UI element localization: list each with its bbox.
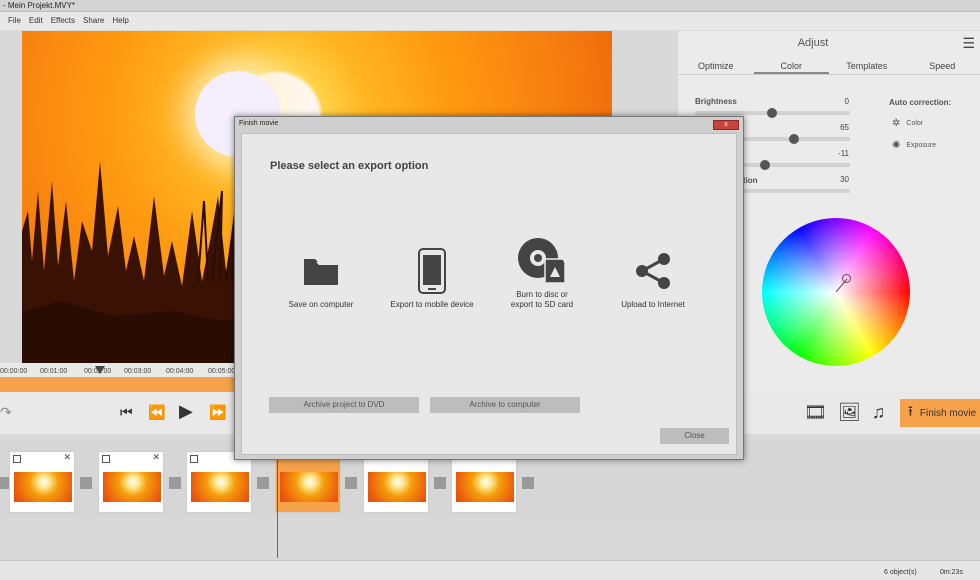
clip-thumbnail[interactable] bbox=[186, 451, 252, 513]
clip-checkbox[interactable] bbox=[102, 455, 110, 463]
slider-label-brightness: Brightness bbox=[695, 97, 737, 106]
media-add-toolbar: 🎞 🖼 ♫ bbox=[804, 402, 885, 423]
menu-effects[interactable]: Effects bbox=[47, 12, 79, 30]
tab-color[interactable]: Color bbox=[753, 61, 829, 74]
slider-value-3: -11 bbox=[838, 149, 849, 158]
skip-to-start-icon[interactable]: ⏮ bbox=[120, 404, 133, 421]
tab-templates[interactable]: Templates bbox=[829, 61, 905, 74]
playhead[interactable] bbox=[95, 366, 105, 374]
clip-image bbox=[103, 472, 161, 502]
auto-color-button[interactable]: ✲ Color bbox=[892, 118, 923, 129]
menu-bar: File Edit Effects Share Help bbox=[0, 12, 980, 30]
finish-movie-label: Finish movie bbox=[919, 407, 977, 419]
tick-label: 00:03:00 bbox=[124, 368, 152, 375]
add-music-icon[interactable]: ♫ bbox=[872, 402, 886, 423]
close-icon: x bbox=[724, 121, 728, 128]
transition-slot[interactable] bbox=[80, 477, 92, 489]
finish-movie-dialog: Finish movie x Please select an export o… bbox=[234, 116, 744, 460]
color-wheel[interactable] bbox=[762, 218, 910, 366]
play-icon[interactable]: ▶ bbox=[179, 401, 193, 422]
object-count: 6 object(s) bbox=[884, 569, 917, 576]
window-title: - Mein Projekt.MVY* bbox=[0, 0, 980, 12]
tick-label: 00:05:00 bbox=[208, 368, 236, 375]
smartphone-icon bbox=[418, 246, 446, 296]
clip-thumbnail[interactable]: ✕ bbox=[98, 451, 164, 513]
transition-slot[interactable] bbox=[169, 477, 181, 489]
menu-share[interactable]: Share bbox=[79, 12, 108, 30]
storyboard-cursor bbox=[277, 450, 278, 558]
disc-sd-icon bbox=[517, 236, 567, 286]
adjust-title: Adjust bbox=[797, 37, 829, 49]
upload-internet-option[interactable]: Upload to Internet bbox=[593, 246, 713, 310]
dialog-close-button[interactable]: x bbox=[713, 120, 739, 130]
transition-slot[interactable] bbox=[257, 477, 269, 489]
clip-checkbox[interactable] bbox=[190, 455, 198, 463]
tab-speed[interactable]: Speed bbox=[905, 61, 980, 74]
tab-optimize[interactable]: Optimize bbox=[678, 61, 754, 74]
auto-exposure-button[interactable]: ✺ Exposure bbox=[892, 140, 936, 151]
slider-value-brightness: 0 bbox=[844, 97, 849, 106]
dialog-title: Finish movie bbox=[239, 120, 279, 127]
burn-disc-option[interactable]: Burn to disc or export to SD card bbox=[482, 236, 602, 310]
clip-thumbnail[interactable] bbox=[451, 451, 517, 513]
auto-color-label: Color bbox=[906, 120, 924, 127]
brightness-slider-knob[interactable] bbox=[767, 108, 777, 118]
color-wheel-line bbox=[835, 278, 848, 293]
save-on-computer-option[interactable]: Save on computer bbox=[261, 246, 381, 310]
clip-image bbox=[14, 472, 72, 502]
archive-dvd-button[interactable]: Archive project to DVD bbox=[269, 397, 419, 413]
tick-label: 00:04:00 bbox=[166, 368, 194, 375]
tick-label: 00:00:00 bbox=[0, 368, 28, 375]
close-button[interactable]: Close bbox=[660, 428, 729, 444]
burn-disc-label: Burn to disc or export to SD card bbox=[510, 290, 574, 309]
remove-clip-icon[interactable]: ✕ bbox=[152, 452, 160, 463]
adjust-tabs: Optimize Color Templates Speed bbox=[678, 61, 980, 75]
clip-thumbnail[interactable]: ✕ bbox=[9, 451, 75, 513]
finish-movie-button[interactable]: ⭱ Finish movie bbox=[900, 399, 980, 427]
add-image-icon[interactable]: 🖼 bbox=[838, 402, 861, 423]
archive-computer-button[interactable]: Archive to computer bbox=[430, 397, 580, 413]
menu-help[interactable]: Help bbox=[108, 12, 132, 30]
clip-image bbox=[191, 472, 249, 502]
transition-slot[interactable] bbox=[434, 477, 446, 489]
folder-icon bbox=[303, 246, 339, 296]
timeline-ruler[interactable]: 00:00:00 00:01:00 00:02:00 00:03:00 00:0… bbox=[0, 363, 240, 377]
duration: 0m:23s bbox=[940, 569, 963, 576]
clip-image bbox=[280, 472, 338, 502]
slider-3-knob[interactable] bbox=[760, 160, 770, 170]
menu-edit[interactable]: Edit bbox=[25, 12, 47, 30]
add-video-icon[interactable]: 🎞 bbox=[804, 402, 827, 423]
auto-exposure-label: Exposure bbox=[906, 142, 936, 149]
dialog-body: Please select an export option Save on c… bbox=[241, 133, 737, 455]
clip-image bbox=[456, 472, 514, 502]
clip-thumbnail-selected[interactable] bbox=[275, 451, 341, 513]
menu-icon[interactable]: ☰ bbox=[962, 36, 975, 50]
tick-label: 00:01:00 bbox=[40, 368, 68, 375]
menu-file[interactable]: File bbox=[4, 12, 25, 30]
slider-value-2: 65 bbox=[840, 123, 849, 132]
exposure-icon: ✺ bbox=[892, 140, 901, 151]
save-on-computer-label: Save on computer bbox=[288, 300, 354, 309]
transition-slot[interactable] bbox=[522, 477, 534, 489]
transition-slot[interactable] bbox=[345, 477, 357, 489]
upload-internet-label: Upload to Internet bbox=[621, 300, 685, 309]
slider-2-knob[interactable] bbox=[789, 134, 799, 144]
slider-value-4: 30 bbox=[840, 175, 849, 184]
timeline-progress-bar[interactable] bbox=[0, 377, 240, 392]
share-icon bbox=[634, 246, 672, 296]
undo-icon[interactable]: ↷ bbox=[0, 404, 12, 421]
clip-thumbnail[interactable] bbox=[363, 451, 429, 513]
clip-image bbox=[368, 472, 426, 502]
auto-correction-title: Auto correction: bbox=[889, 98, 952, 107]
status-bar: 6 object(s) 0m:23s bbox=[0, 560, 980, 580]
upload-arrow-icon: ⭱ bbox=[908, 403, 913, 419]
rewind-icon[interactable]: ⏪ bbox=[148, 404, 165, 421]
clip-checkbox[interactable] bbox=[13, 455, 21, 463]
color-balance-icon: ✲ bbox=[892, 118, 901, 129]
remove-clip-icon[interactable]: ✕ bbox=[63, 452, 71, 463]
export-mobile-label: Export to mobile device bbox=[390, 300, 474, 309]
export-mobile-option[interactable]: Export to mobile device bbox=[372, 246, 492, 310]
dialog-heading: Please select an export option bbox=[270, 160, 429, 172]
fast-forward-icon[interactable]: ⏩ bbox=[209, 404, 226, 421]
